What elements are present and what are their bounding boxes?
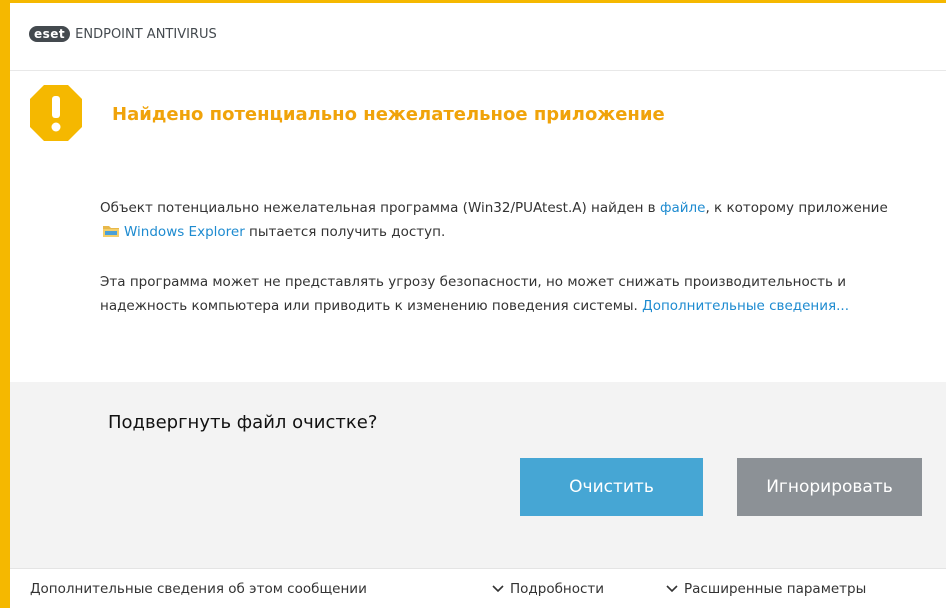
warning-octagon-icon: [30, 85, 82, 141]
folder-icon: [103, 226, 119, 237]
accent-bar-left: [0, 0, 10, 608]
header: eset ENDPOINT ANTIVIRUS: [10, 3, 946, 71]
details-toggle[interactable]: Подробности: [492, 581, 604, 597]
alert-title: Найдено потенциально нежелательное прило…: [112, 104, 665, 125]
chevron-down-icon: [492, 585, 504, 593]
app-link[interactable]: Windows Explorer: [124, 224, 245, 240]
more-info-link[interactable]: Дополнительные сведения...: [642, 298, 849, 314]
product-name: ENDPOINT ANTIVIRUS: [75, 26, 217, 42]
message-info-label: Дополнительные сведения об этом сообщени…: [30, 581, 367, 597]
advanced-options-toggle[interactable]: Расширенные параметры: [666, 581, 866, 597]
action-question: Подвергнуть файл очистке?: [108, 412, 378, 433]
advanced-options-label: Расширенные параметры: [684, 581, 867, 597]
alert-description: Объект потенциально нежелательная програ…: [100, 196, 900, 244]
alert-explanation: Эта программа может не представлять угро…: [100, 270, 900, 318]
eset-logo: eset ENDPOINT ANTIVIRUS: [29, 26, 217, 42]
logo-badge: eset: [29, 26, 71, 42]
details-label: Подробности: [510, 581, 605, 597]
action-panel: Подвергнуть файл очистке? Очистить Игнор…: [10, 382, 946, 568]
description-text-1: Объект потенциально нежелательная програ…: [100, 200, 660, 216]
description-text-3: пытается получить доступ.: [244, 224, 446, 240]
footer: Дополнительные сведения об этом сообщени…: [10, 568, 946, 609]
file-link[interactable]: файле: [660, 200, 706, 216]
description-text-2: , к которому приложение: [705, 200, 888, 216]
clean-button[interactable]: Очистить: [520, 458, 703, 516]
message-info-link[interactable]: Дополнительные сведения об этом сообщени…: [30, 581, 367, 597]
ignore-button[interactable]: Игнорировать: [737, 458, 922, 516]
chevron-down-icon: [666, 585, 678, 593]
